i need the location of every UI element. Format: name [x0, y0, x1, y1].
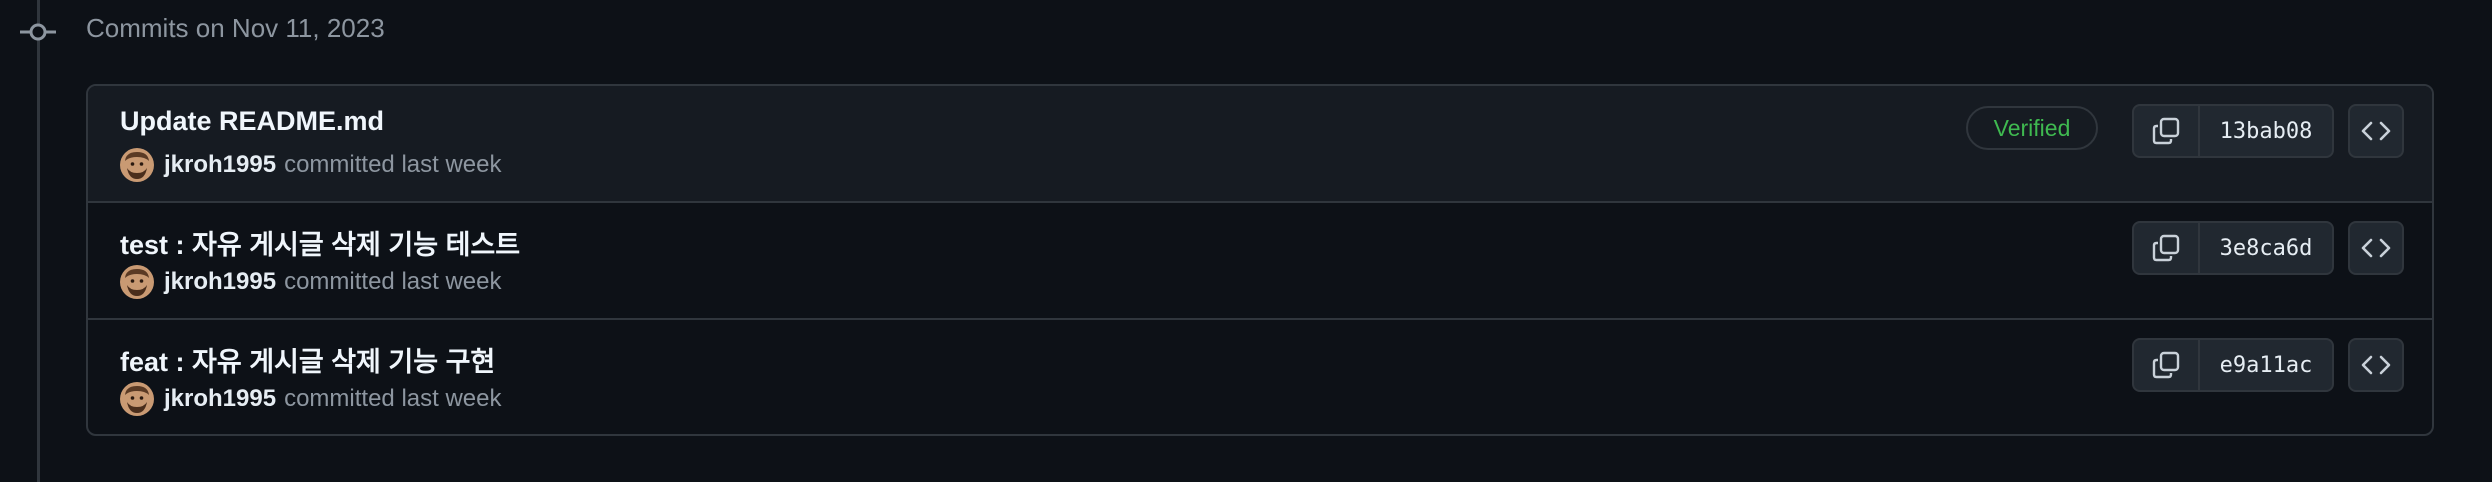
- commit-time: committed last week: [284, 151, 502, 178]
- code-icon: [2361, 121, 2391, 141]
- git-commit-icon: [20, 18, 56, 46]
- commit-list: Update README.md jkroh1995 committed las…: [86, 84, 2434, 436]
- commit-sha-group: e9a11ac: [2132, 338, 2334, 392]
- browse-repo-button[interactable]: [2348, 221, 2404, 275]
- copy-icon: [2152, 117, 2180, 145]
- commit-sha-group: 3e8ca6d: [2132, 221, 2334, 275]
- copy-sha-button[interactable]: [2134, 106, 2200, 156]
- commit-sha-group: 13bab08: [2132, 104, 2334, 158]
- copy-icon: [2152, 351, 2180, 379]
- browse-repo-button[interactable]: [2348, 104, 2404, 158]
- commit-row: test : 자유 게시글 삭제 기능 테스트 jkroh1995 commit…: [88, 203, 2432, 320]
- code-icon: [2361, 238, 2391, 258]
- commit-sha-link[interactable]: 3e8ca6d: [2200, 223, 2332, 273]
- avatar-icon[interactable]: [120, 148, 154, 182]
- commit-meta: jkroh1995 committed last week: [120, 265, 501, 299]
- commit-message-link[interactable]: test : 자유 게시글 삭제 기능 테스트: [120, 223, 520, 262]
- copy-icon: [2152, 234, 2180, 262]
- author-link[interactable]: jkroh1995: [164, 268, 276, 296]
- copy-sha-button[interactable]: [2134, 340, 2200, 390]
- code-icon: [2361, 355, 2391, 375]
- verified-badge[interactable]: Verified: [1966, 106, 2098, 150]
- avatar-icon[interactable]: [120, 265, 154, 299]
- commit-meta: jkroh1995 committed last week: [120, 382, 501, 416]
- author-link[interactable]: jkroh1995: [164, 151, 276, 179]
- timeline-line: [37, 0, 40, 482]
- commit-meta: jkroh1995 committed last week: [120, 148, 501, 182]
- browse-repo-button[interactable]: [2348, 338, 2404, 392]
- commit-message-link[interactable]: feat : 자유 게시글 삭제 기능 구현: [120, 340, 495, 379]
- author-link[interactable]: jkroh1995: [164, 385, 276, 413]
- commit-time: committed last week: [284, 385, 502, 412]
- commit-group-title: Commits on Nov 11, 2023: [86, 13, 385, 43]
- commit-sha-link[interactable]: e9a11ac: [2200, 340, 2332, 390]
- commit-time: committed last week: [284, 268, 502, 295]
- commit-row: Update README.md jkroh1995 committed las…: [88, 86, 2432, 203]
- commit-row: feat : 자유 게시글 삭제 기능 구현 jkroh1995 committ…: [88, 320, 2432, 434]
- commit-sha-link[interactable]: 13bab08: [2200, 106, 2332, 156]
- avatar-icon[interactable]: [120, 382, 154, 416]
- commit-message-link[interactable]: Update README.md: [120, 106, 384, 137]
- copy-sha-button[interactable]: [2134, 223, 2200, 273]
